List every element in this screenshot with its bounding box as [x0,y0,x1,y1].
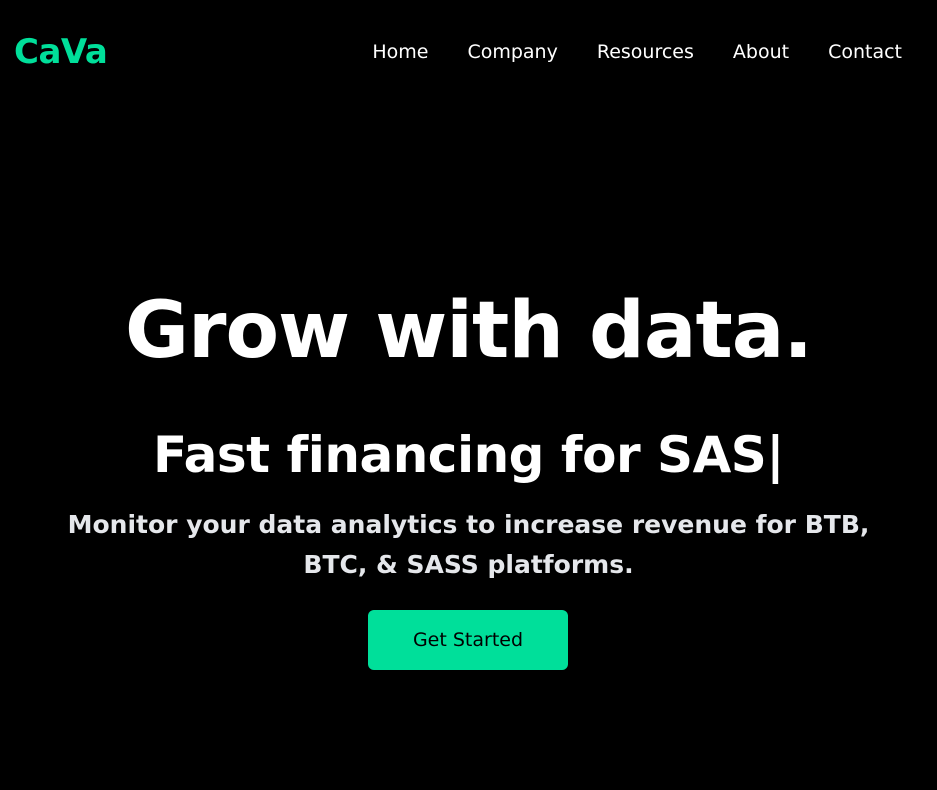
hero-description: Monitor your data analytics to increase … [67,510,870,579]
nav-item-home[interactable]: Home [372,39,428,65]
hero-subtitle: Fast financing for SAS| [152,426,785,484]
nav-item-about[interactable]: About [694,39,789,65]
nav-item-company[interactable]: Company [428,39,557,65]
get-started-button[interactable]: Get Started [368,610,568,670]
nav-item-resources[interactable]: Resources [558,39,694,65]
nav-item-contact[interactable]: Contact [789,39,902,65]
hero-title: Grow with data. [124,286,813,376]
brand-logo[interactable]: CaVa [14,32,108,72]
nav-links: Home Company Resources About Contact [372,39,902,65]
navbar: CaVa Home Company Resources About Contac… [0,0,937,106]
